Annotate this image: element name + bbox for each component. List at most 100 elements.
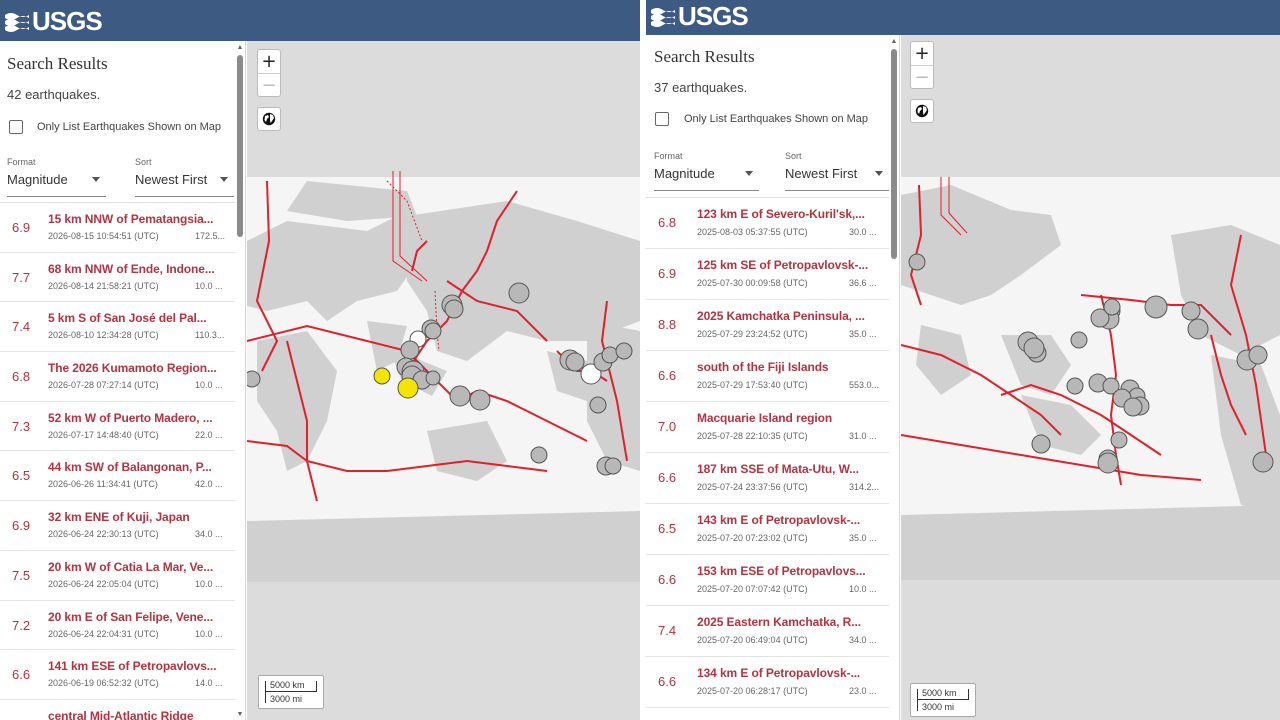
earthquake-place: Macquarie Island region <box>697 411 833 425</box>
earthquake-marker[interactable] <box>373 367 391 385</box>
earthquake-time: 2025-07-24 23:37:56 (UTC) <box>697 482 808 492</box>
globe-icon <box>262 112 276 126</box>
sort-select[interactable]: Sort Newest First <box>135 157 234 197</box>
earthquake-row[interactable]: central Mid-Atlantic Ridge <box>0 700 235 720</box>
sidebar-scrollbar[interactable]: ▲ <box>890 38 898 720</box>
earthquake-marker[interactable] <box>615 342 633 360</box>
earthquake-magnitude: 7.5 <box>12 567 31 583</box>
zoom-in-button[interactable]: + <box>911 42 933 65</box>
earthquake-marker[interactable] <box>908 253 926 271</box>
earthquake-time: 2026-06-24 22:04:31 (UTC) <box>48 628 159 639</box>
earthquake-place: 125 km SE of Petropavlovsk-... <box>697 258 869 272</box>
earthquake-marker[interactable] <box>604 457 622 475</box>
earthquake-row[interactable]: 6.6 187 km SSE of Mata-Utu, W... 2025-07-2… <box>646 453 889 504</box>
scale-km: 5000 km <box>270 680 305 690</box>
earthquake-place: 143 km E of Petropavlovsk-... <box>697 513 861 527</box>
sort-select[interactable]: Sort Newest First <box>785 151 889 191</box>
earthquake-marker[interactable] <box>1144 295 1168 319</box>
earthquake-row[interactable]: 7.4 5 km S of San José del Pal... 2026-08-… <box>0 302 235 353</box>
earthquake-marker[interactable] <box>1070 331 1088 349</box>
earthquake-marker[interactable] <box>1066 377 1084 395</box>
scroll-down-icon[interactable]: ▼ <box>236 711 244 718</box>
earthquake-magnitude: 7.2 <box>12 617 31 633</box>
earthquake-marker[interactable] <box>449 385 471 407</box>
globe-button[interactable] <box>257 107 281 131</box>
earthquake-marker[interactable] <box>1031 434 1051 454</box>
earthquake-row[interactable]: 7.4 2025 Eastern Kamchatka, R... 2025-07-2… <box>646 606 889 657</box>
earthquake-row[interactable]: 6.8 The 2026 Kumamoto Region... 2026-07-28… <box>0 352 235 402</box>
earthquake-marker[interactable] <box>469 389 491 411</box>
earthquake-marker[interactable] <box>1110 431 1128 449</box>
earthquake-markers <box>247 282 633 476</box>
scroll-thumb[interactable] <box>891 49 897 259</box>
zoom-control: + − <box>910 41 934 89</box>
earthquake-marker[interactable] <box>530 446 548 464</box>
earthquake-marker[interactable] <box>508 282 530 304</box>
earthquake-marker[interactable] <box>397 377 419 399</box>
earthquake-row[interactable]: 8.8 2025 Kamchatka Peninsula, ... 2025-07-… <box>646 300 889 351</box>
earthquake-row[interactable]: 6.5 44 km SW of Balangonan, P... 2026-06-2… <box>0 451 235 502</box>
earthquake-marker[interactable] <box>1187 318 1209 340</box>
earthquake-marker[interactable] <box>1123 397 1143 417</box>
only-list-checkbox[interactable] <box>655 112 669 126</box>
earthquake-marker[interactable] <box>1181 301 1201 321</box>
earthquake-marker[interactable] <box>400 340 420 360</box>
scroll-up-icon[interactable]: ▲ <box>890 38 898 45</box>
chevron-down-icon <box>875 171 883 176</box>
only-list-checkbox[interactable] <box>9 120 23 134</box>
format-label: Format <box>654 151 683 161</box>
earthquake-row[interactable]: 6.9 32 km ENE of Kuji, Japan 2026-06-24 22… <box>0 501 235 551</box>
zoom-out-button[interactable]: − <box>911 65 933 88</box>
earthquake-row[interactable]: 7.7 68 km NNW of Ende, Indone... 2026-08-1… <box>0 253 235 303</box>
earthquake-marker[interactable] <box>247 370 261 388</box>
usgs-logo[interactable]: USGS <box>4 6 103 36</box>
earthquake-marker[interactable] <box>1097 452 1119 474</box>
earthquake-marker[interactable] <box>424 322 442 340</box>
earthquake-magnitude: 6.9 <box>12 220 31 235</box>
earthquake-marker[interactable] <box>425 370 441 386</box>
only-list-toggle[interactable]: Only List Earthquakes Shown on Map <box>655 112 868 126</box>
earthquake-row[interactable]: 6.6 134 km E of Petropavlovsk-... 2025-07-… <box>646 657 889 708</box>
sidebar-scrollbar[interactable]: ▲ ▼ <box>236 44 244 720</box>
zoom-in-button[interactable]: + <box>258 50 280 73</box>
earthquake-row[interactable]: 6.6 141 km ESE of Petropavlovs... 2026-06-… <box>0 650 235 700</box>
earthquake-row[interactable]: 7.3 52 km W of Puerto Madero, ... 2026-07-… <box>0 402 235 452</box>
earthquake-time: 2025-08-03 05:37:55 (UTC) <box>697 227 808 237</box>
earthquake-marker[interactable] <box>1023 337 1045 359</box>
results-sidebar: Search Results 42 earthquakes. Only List… <box>0 41 246 720</box>
earthquake-marker[interactable] <box>444 299 464 319</box>
chevron-down-icon <box>745 171 753 176</box>
scroll-up-icon[interactable]: ▲ <box>236 44 244 51</box>
earthquake-row[interactable]: 6.9 15 km NNW of Pematangsia... 2026-08-15… <box>0 203 235 253</box>
globe-button[interactable] <box>910 99 934 123</box>
earthquake-row[interactable]: 7.2 20 km E of San Felipe, Vene... 2026-06… <box>0 601 235 651</box>
earthquake-row[interactable]: 6.9 125 km SE of Petropavlovsk-... 2025-07… <box>646 249 889 300</box>
earthquake-row[interactable]: 6.8 123 km E of Severo-Kuril'sk,... 2025-0… <box>646 198 889 249</box>
earthquake-map[interactable]: + − 5000 km 3000 mi <box>247 41 640 720</box>
earthquake-marker[interactable] <box>1252 451 1274 473</box>
earthquake-magnitude: 7.3 <box>12 418 31 434</box>
earthquake-row[interactable]: 6.5 143 km E of Petropavlovsk-... 2025-07-… <box>646 504 889 555</box>
zoom-out-button[interactable]: − <box>258 73 280 96</box>
earthquake-row[interactable]: 6.6 153 km ESE of Petropavlovs... 2025-07-… <box>646 555 889 606</box>
format-select[interactable]: Format Magnitude <box>7 157 106 197</box>
earthquake-map[interactable]: + − 5000 km 3000 mi <box>901 35 1280 720</box>
scroll-thumb[interactable] <box>237 55 243 237</box>
earthquake-marker[interactable] <box>1248 345 1268 365</box>
format-select[interactable]: Format Magnitude <box>654 151 759 191</box>
earthquake-marker[interactable] <box>565 352 585 372</box>
only-list-toggle[interactable]: Only List Earthquakes Shown on Map <box>9 120 221 134</box>
usgs-logo[interactable]: USGS <box>650 1 749 31</box>
earthquake-row[interactable]: 6.6 south of the Fiji Islands 2025-07-29 1… <box>646 351 889 402</box>
search-results-title: Search Results <box>654 47 755 66</box>
earthquake-magnitude: 6.6 <box>658 674 677 689</box>
zoom-control: + − <box>257 49 281 97</box>
sort-value: Newest First <box>785 166 858 181</box>
earthquake-marker[interactable] <box>1103 298 1121 316</box>
earthquake-depth: 10.0 ... <box>849 584 877 594</box>
earthquake-depth: 553.0... <box>849 380 880 390</box>
earthquake-marker[interactable] <box>589 396 607 414</box>
earthquake-row[interactable]: 7.5 20 km W of Catia La Mar, Ve... 2026-06… <box>0 551 235 601</box>
earthquake-marker[interactable] <box>601 346 619 364</box>
earthquake-row[interactable]: 7.0 Macquarie Island region 2025-07-28 22:… <box>646 402 889 453</box>
